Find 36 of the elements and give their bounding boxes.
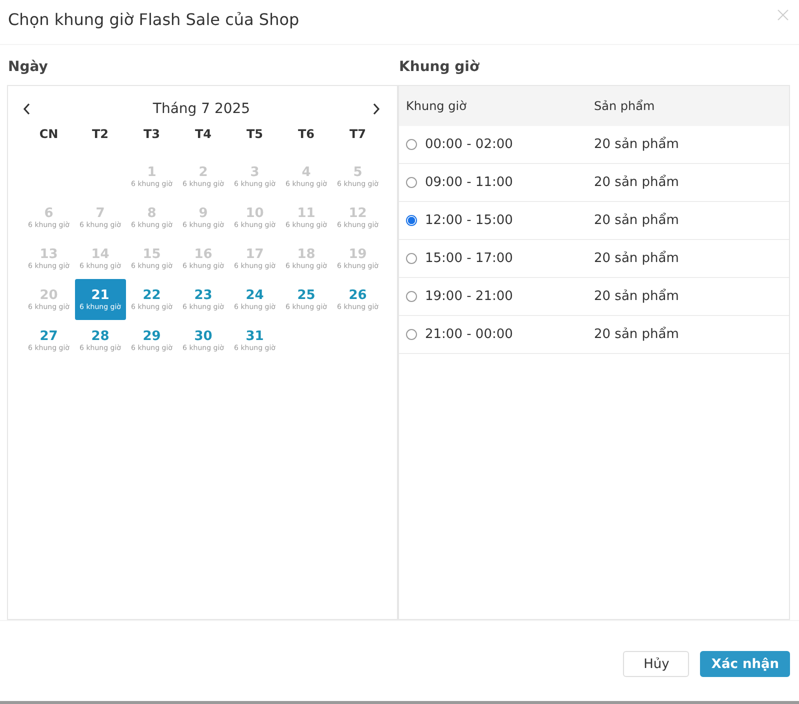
weekday-label: CN bbox=[38, 126, 60, 143]
radio-button[interactable] bbox=[406, 291, 417, 302]
close-icon[interactable] bbox=[777, 9, 789, 21]
section-label: Khung giờ bbox=[398, 59, 480, 77]
radio-button[interactable] bbox=[406, 215, 417, 226]
product-count: 20 sản phẩm bbox=[594, 213, 680, 228]
time-range: 12:00 - 15:00 bbox=[425, 213, 513, 228]
radio-button[interactable] bbox=[406, 139, 417, 150]
radio-button[interactable] bbox=[406, 177, 417, 188]
time-range: 21:00 - 00:00 bbox=[425, 327, 513, 342]
month-title: Tháng 7 2025 bbox=[152, 101, 250, 117]
product-count: 20 sản phẩm bbox=[594, 289, 680, 304]
column-header: Sản phẩm bbox=[594, 99, 656, 113]
weekday-label: T7 bbox=[348, 126, 368, 143]
product-count: 20 sản phẩm bbox=[594, 251, 680, 266]
weekday-label: T4 bbox=[194, 126, 213, 143]
product-count: 20 sản phẩm bbox=[594, 327, 680, 342]
cancel-button[interactable]: Hủy bbox=[623, 651, 690, 677]
chevron-right-icon[interactable] bbox=[372, 103, 380, 115]
weekday-label: T3 bbox=[142, 126, 162, 143]
column-header: Khung giờ bbox=[405, 99, 468, 113]
product-count: 20 sản phẩm bbox=[594, 137, 680, 152]
section-label: Ngày bbox=[7, 59, 49, 77]
time-range: 19:00 - 21:00 bbox=[425, 289, 513, 304]
confirm-button[interactable]: Xác nhận bbox=[700, 651, 790, 677]
weekday-label: T5 bbox=[245, 126, 264, 143]
weekday-label: T6 bbox=[296, 126, 316, 143]
time-range: 09:00 - 11:00 bbox=[425, 175, 513, 190]
radio-button[interactable] bbox=[406, 329, 417, 340]
product-count: 20 sản phẩm bbox=[594, 175, 680, 190]
radio-button[interactable] bbox=[406, 253, 417, 264]
dialog-title: Chọn khung giờ Flash Sale của Shop bbox=[8, 10, 300, 28]
weekday-label: T2 bbox=[90, 126, 110, 143]
time-range: 15:00 - 17:00 bbox=[425, 251, 513, 266]
time-range: 00:00 - 02:00 bbox=[425, 137, 513, 152]
chevron-left-icon[interactable] bbox=[23, 103, 31, 115]
